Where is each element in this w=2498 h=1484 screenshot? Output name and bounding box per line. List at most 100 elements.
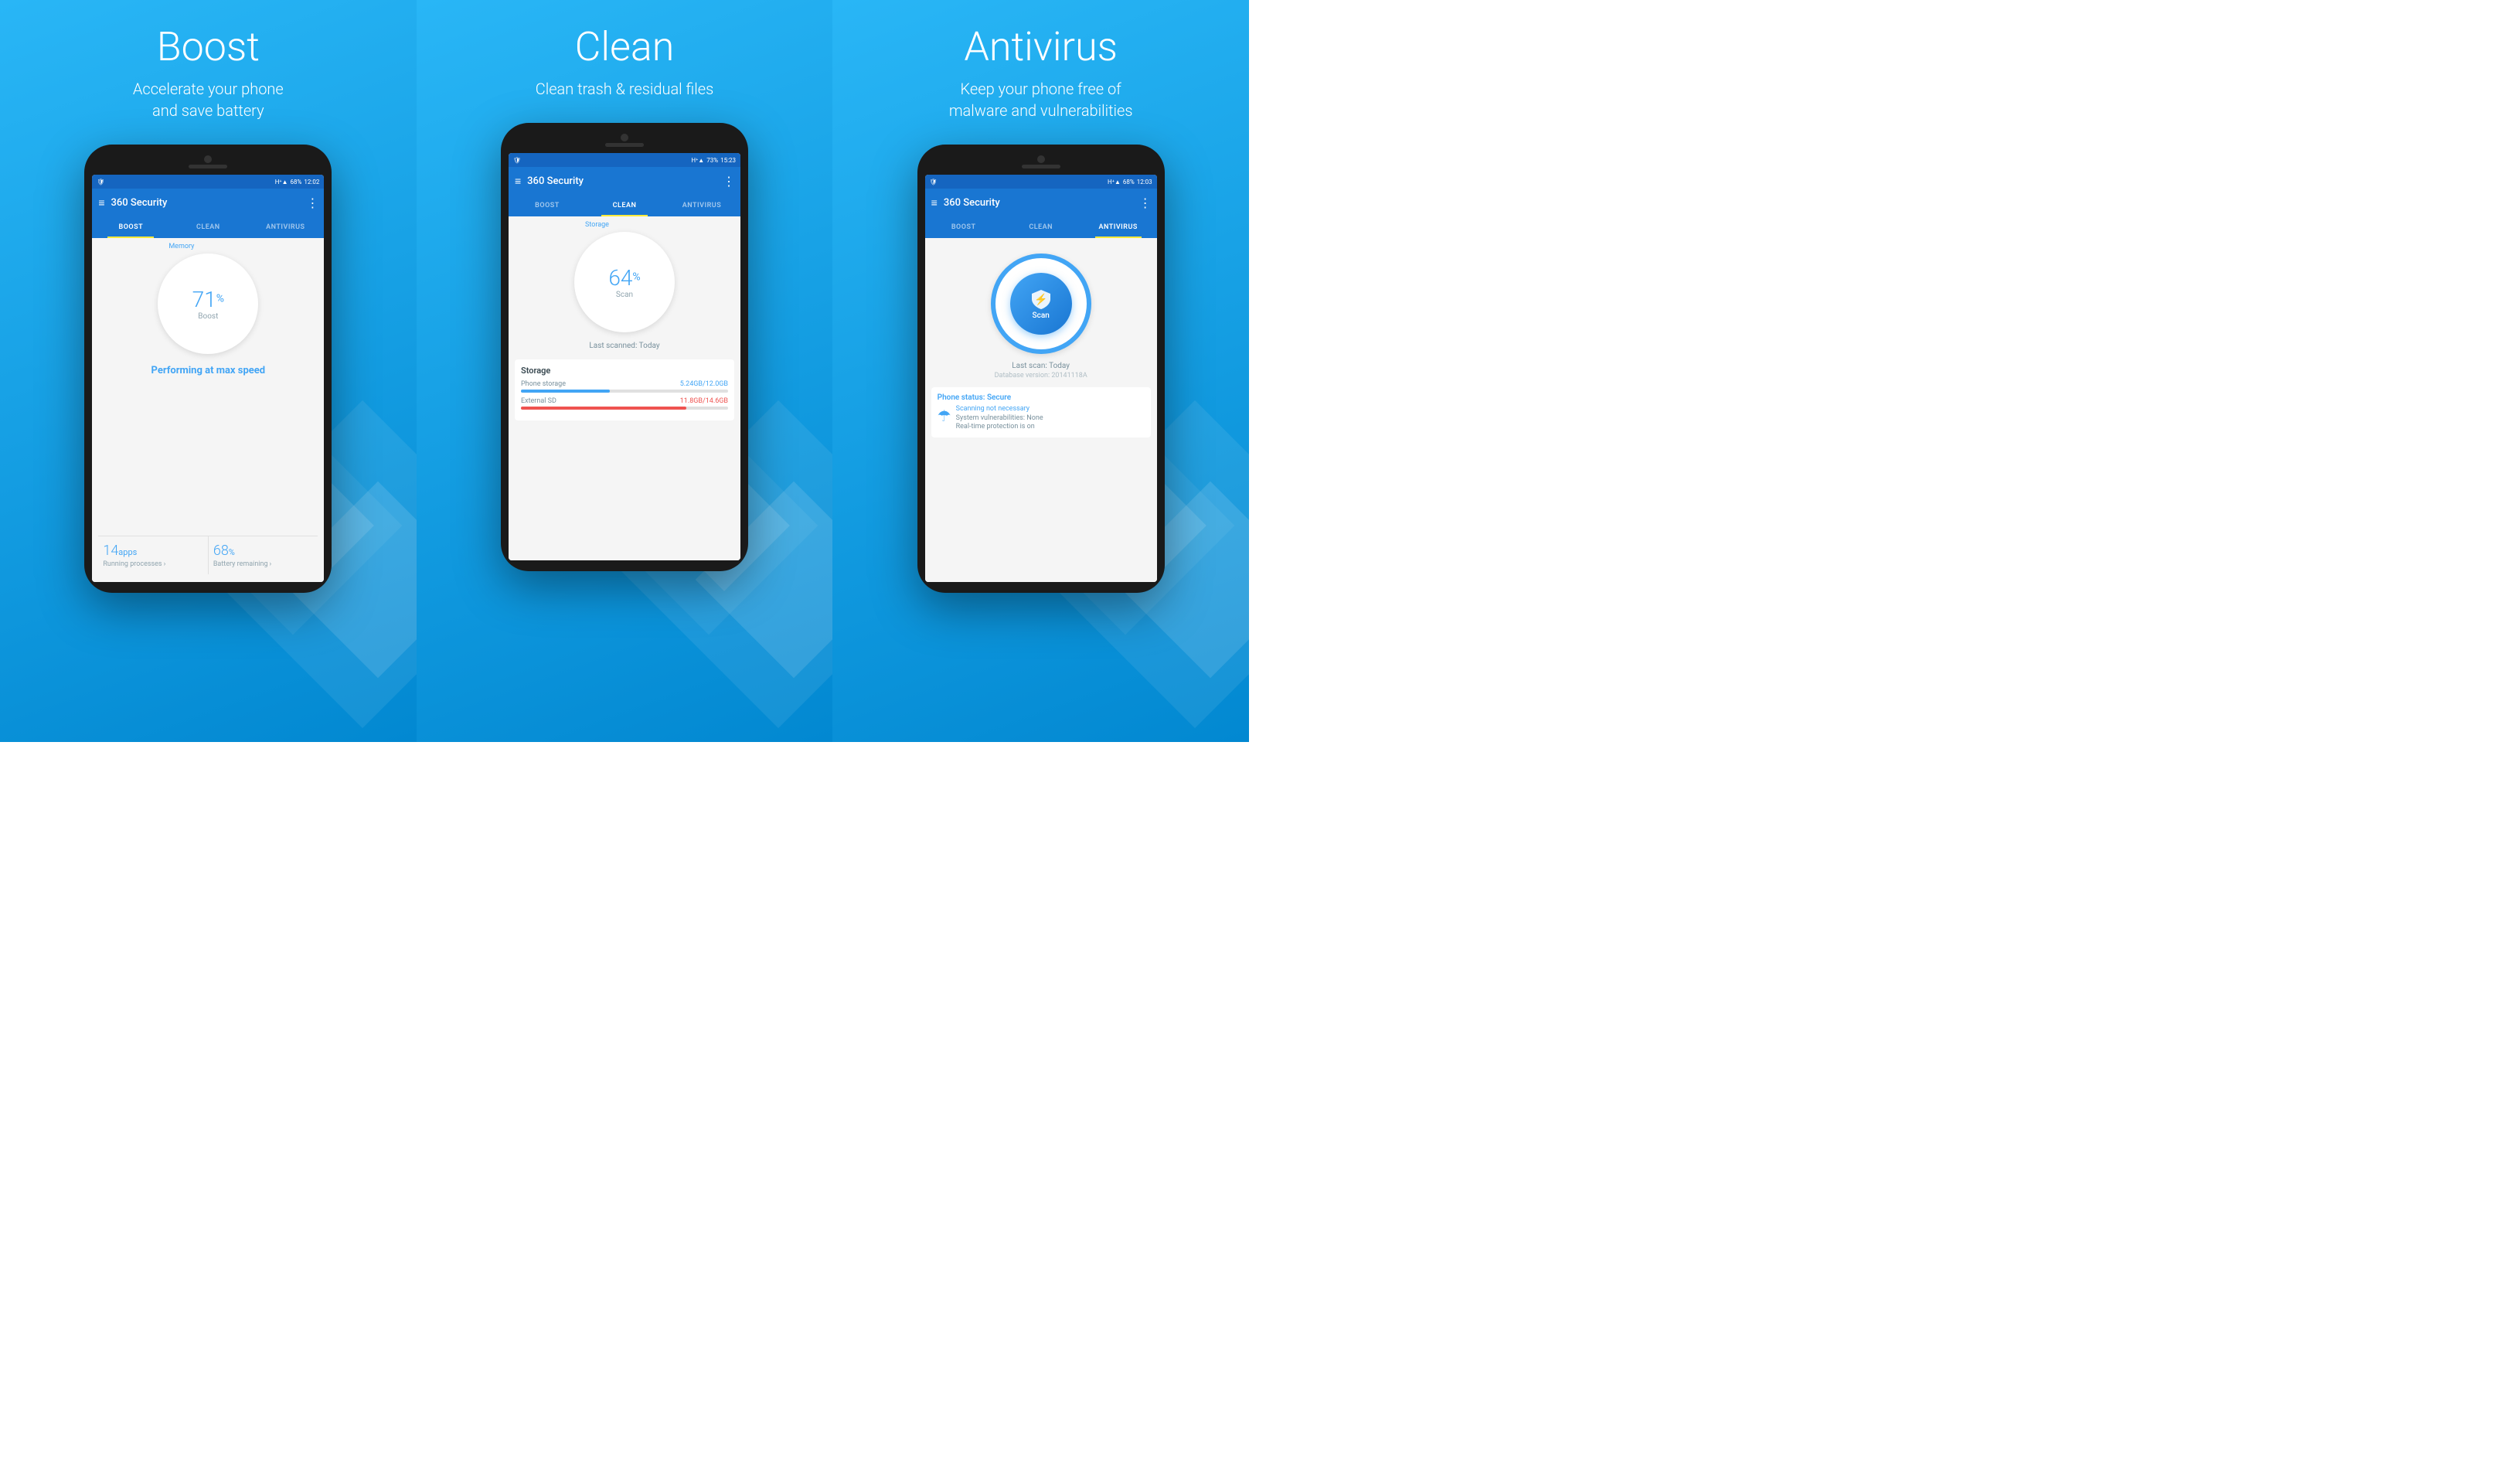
tab-clean[interactable]: CLEAN [169, 216, 247, 238]
apps-count: 14apps [103, 543, 203, 559]
realtime-info: Real-time protection is on [956, 423, 1145, 431]
external-storage-bar [521, 407, 728, 410]
phone-storage-row: Phone storage 5.24GB/12.0GB [521, 380, 728, 388]
app-title: 360 Security [111, 197, 301, 209]
battery-pct: 68% [213, 543, 314, 559]
last-scan: Last scan: Today [1012, 362, 1070, 370]
status-left-3: 🛡 [930, 179, 938, 186]
antivirus-subtitle: Keep your phone free ofmalware and vulne… [949, 78, 1133, 121]
phone-storage-fill [521, 390, 610, 393]
clean-circle: Storage [574, 232, 675, 332]
antivirus-content: ⚡ Scan Last scan: Today Database version… [925, 238, 1157, 582]
external-storage-item: External SD 11.8GB/14.6GB [521, 397, 728, 410]
clean-subtitle: Clean trash & residual files [536, 78, 714, 100]
antivirus-screen: 🛡 H⁺▲ 68% 12:03 ≡ 360 Security ⋮ BOOST C… [925, 175, 1157, 582]
external-storage-fill [521, 407, 686, 410]
more-options-icon-3[interactable]: ⋮ [1139, 196, 1151, 210]
time-text: 12:02 [304, 179, 319, 186]
battery-text-2: 73% [706, 157, 718, 164]
status-row: ☂ Scanning not necessary System vulnerab… [938, 405, 1145, 431]
running-processes-stat[interactable]: 14apps Running processes › [98, 536, 209, 574]
clean-phone: 🛡 H⁺▲ 73% 15:23 ≡ 360 Security ⋮ BOOST C… [501, 123, 748, 571]
boost-title: Boost [157, 23, 260, 70]
scanning-status[interactable]: Scanning not necessary [956, 405, 1145, 413]
more-options-icon-2[interactable]: ⋮ [723, 174, 734, 189]
status-bar-3: 🛡 H⁺▲ 68% 12:03 [925, 175, 1157, 189]
status-right-2: H⁺▲ 73% 15:23 [691, 157, 736, 164]
tab-clean-3[interactable]: CLEAN [1002, 216, 1080, 238]
tab-boost[interactable]: BOOST [92, 216, 169, 238]
hamburger-icon-3[interactable]: ≡ [931, 196, 938, 209]
status-details: Scanning not necessary System vulnerabil… [956, 405, 1145, 431]
tab-antivirus-3[interactable]: ANTIVIRUS [1080, 216, 1157, 238]
battery-stat[interactable]: 68% Battery remaining › [209, 536, 318, 574]
phone-speaker-3 [1022, 165, 1060, 168]
signal-icon-3: H⁺▲ [1108, 179, 1121, 186]
boost-content: Memory 71% Boost Perform [92, 238, 324, 582]
clean-screen: 🛡 H⁺▲ 73% 15:23 ≡ 360 Security ⋮ BOOST C… [509, 153, 740, 560]
status-bar-2: 🛡 H⁺▲ 73% 15:23 [509, 153, 740, 167]
tabs-2: BOOST CLEAN ANTIVIRUS [509, 195, 740, 216]
running-label: Running processes › [103, 560, 203, 568]
app-bar: ≡ 360 Security ⋮ [92, 189, 324, 216]
tab-antivirus[interactable]: ANTIVIRUS [247, 216, 324, 238]
app-title-2: 360 Security [527, 175, 716, 187]
time-text-3: 12:03 [1137, 179, 1152, 186]
antivirus-panel: Antivirus Keep your phone free ofmalware… [832, 0, 1249, 742]
external-storage-value: 11.8GB/14.6GB [680, 397, 728, 405]
shield-bolt-icon: ⚡ [1030, 288, 1052, 310]
tabs-3: BOOST CLEAN ANTIVIRUS [925, 216, 1157, 238]
phone-speaker [189, 165, 227, 168]
status-left-2: 🛡 [513, 157, 521, 164]
app-title-3: 360 Security [944, 197, 1133, 209]
clean-content: Storage [509, 216, 740, 560]
tabs: BOOST CLEAN ANTIVIRUS [92, 216, 324, 238]
scan-label: Scan [1033, 311, 1050, 320]
storage-title: Storage [521, 366, 728, 376]
status-bar: 🛡 H⁺▲ 68% 12:02 [92, 175, 324, 189]
boost-subtitle: Accelerate your phoneand save battery [133, 78, 284, 121]
external-storage-row: External SD 11.8GB/14.6GB [521, 397, 728, 405]
last-scanned: Last scanned: Today [589, 342, 659, 350]
scan-button-container[interactable]: ⚡ Scan [991, 254, 1091, 354]
clean-percentage: 64% [608, 265, 640, 291]
storage-section: Storage Phone storage 5.24GB/12.0GB Exte… [515, 359, 734, 420]
scan-button-inner: ⚡ Scan [1010, 273, 1072, 335]
scan-button-outer: ⚡ Scan [991, 254, 1091, 354]
external-storage-label: External SD [521, 397, 556, 405]
phone-speaker-2 [605, 143, 644, 147]
boost-screen: 🛡 H⁺▲ 68% 12:02 ≡ 360 Security ⋮ BOOST C… [92, 175, 324, 582]
phone-storage-value: 5.24GB/12.0GB [680, 380, 728, 388]
clean-sub-label: Scan [616, 291, 633, 299]
shield-status-icon-3: 🛡 [930, 179, 938, 186]
shield-status-icon-2: 🛡 [513, 157, 521, 164]
tab-antivirus-2[interactable]: ANTIVIRUS [663, 195, 740, 216]
status-right-3: H⁺▲ 68% 12:03 [1108, 179, 1152, 186]
clean-value-container: 64% Scan [574, 232, 675, 332]
battery-text: 68% [291, 179, 302, 186]
tab-boost-2[interactable]: BOOST [509, 195, 586, 216]
hamburger-icon-2[interactable]: ≡ [515, 175, 521, 188]
more-options-icon[interactable]: ⋮ [306, 196, 318, 210]
tab-boost-3[interactable]: BOOST [925, 216, 1002, 238]
storage-label: Storage [585, 221, 609, 229]
phone-status-title: Phone status: Secure [938, 393, 1145, 402]
status-right: H⁺▲ 68% 12:02 [275, 179, 320, 186]
db-version: Database version: 20141118A [995, 372, 1087, 380]
phone-camera-2 [621, 134, 628, 141]
boost-value-container: 71% Boost [158, 254, 258, 354]
svg-text:⚡: ⚡ [1034, 293, 1047, 306]
time-text-2: 15:23 [720, 157, 736, 164]
vulnerabilities-info: System vulnerabilities: None [956, 414, 1145, 422]
app-bar-3: ≡ 360 Security ⋮ [925, 189, 1157, 216]
boost-percentage: 71% [192, 287, 224, 312]
tab-clean-2[interactable]: CLEAN [586, 195, 663, 216]
phone-camera-3 [1037, 155, 1045, 163]
hamburger-icon[interactable]: ≡ [98, 196, 104, 209]
phone-status-section: Phone status: Secure ☂ Scanning not nece… [931, 387, 1151, 437]
clean-title: Clean [575, 23, 675, 70]
status-left: 🛡 [97, 179, 104, 186]
app-bar-2: ≡ 360 Security ⋮ [509, 167, 740, 195]
antivirus-title: Antivirus [964, 23, 1118, 70]
boost-status: Performing at max speed [151, 365, 266, 376]
